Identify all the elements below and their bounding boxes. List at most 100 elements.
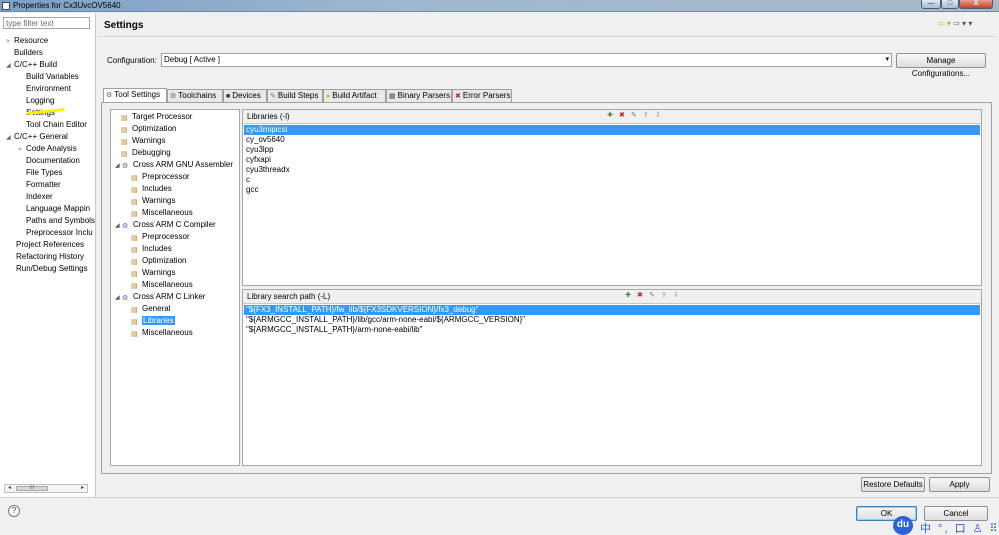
list-item[interactable]: cy_ov5640 bbox=[244, 135, 980, 145]
tree-item-asm-includes[interactable]: ▤ Includes bbox=[131, 183, 172, 195]
collapse-arrow-icon[interactable]: ◢ bbox=[6, 60, 14, 72]
delete-icon[interactable]: ✖ bbox=[637, 292, 645, 300]
configuration-select[interactable]: Debug [ Active ] ▾ bbox=[161, 53, 892, 67]
help-icon[interactable]: ? bbox=[8, 505, 20, 517]
libraries-group: Libraries (-l) ✚ ✖ ✎ ⇧ ⇩ cyu3mipicsi cy_… bbox=[242, 109, 982, 286]
close-button[interactable]: X bbox=[959, 0, 993, 9]
list-item[interactable]: c bbox=[244, 175, 980, 185]
tree-item-cc-includes[interactable]: ▤ Includes bbox=[131, 243, 172, 255]
nav-item-label: Refactoring History bbox=[16, 252, 85, 261]
move-down-icon[interactable]: ⇩ bbox=[655, 112, 663, 120]
tree-item-label: Warnings bbox=[142, 268, 176, 277]
list-item[interactable]: "${FX3_INSTALL_PATH}/fw_lib/${FX3SDKVERS… bbox=[244, 305, 980, 315]
nav-item-tool-chain-editor[interactable]: Tool Chain Editor bbox=[26, 119, 87, 131]
edit-icon[interactable]: ✎ bbox=[631, 112, 639, 120]
expand-arrow-icon[interactable]: > bbox=[18, 144, 26, 156]
list-item[interactable]: cyu3mipicsi bbox=[244, 125, 980, 135]
horizontal-scrollbar[interactable]: ◂ III ▸ bbox=[4, 484, 88, 493]
nav-item-label: Paths and Symbols bbox=[26, 216, 95, 225]
tree-item-label: Includes bbox=[142, 244, 172, 253]
add-icon[interactable]: ✚ bbox=[607, 112, 615, 120]
tab-devices[interactable]: ■ Devices bbox=[223, 89, 267, 102]
nav-item-label: Language Mappin bbox=[26, 204, 91, 213]
move-down-icon[interactable]: ⇩ bbox=[673, 292, 681, 300]
dropdown-arrow-icon[interactable]: ▾ bbox=[885, 54, 889, 66]
tab-binary-parsers[interactable]: ▦ Binary Parsers bbox=[386, 89, 452, 102]
nav-item-builders[interactable]: Builders bbox=[14, 47, 43, 59]
list-item[interactable]: "${ARMGCC_INSTALL_PATH}/arm-none-eabi/li… bbox=[244, 325, 980, 335]
restore-defaults-button[interactable]: Restore Defaults bbox=[861, 477, 925, 492]
tree-item-cc-miscellaneous[interactable]: ▤ Miscellaneous bbox=[131, 279, 193, 291]
tree-item-target-processor[interactable]: ▤ Target Processor bbox=[121, 111, 192, 123]
ime-status-icons[interactable]: 中 °, 口 ♙ ⠿ bbox=[920, 520, 999, 535]
tab-build-artifact[interactable]: ● Build Artifact bbox=[323, 89, 386, 102]
expand-arrow-icon[interactable]: > bbox=[6, 36, 14, 48]
tree-item-c-compiler[interactable]: ◢ ⚙ Cross ARM C Compiler bbox=[115, 219, 216, 231]
nav-item-code-analysis[interactable]: > Code Analysis bbox=[18, 143, 77, 155]
tree-item-label: Preprocessor bbox=[142, 232, 190, 241]
nav-item-resource[interactable]: > Resource bbox=[6, 35, 48, 47]
nav-item-formatter[interactable]: Formatter bbox=[26, 179, 61, 191]
back-arrow-icon[interactable]: ⇦ ▾ bbox=[938, 19, 951, 28]
list-item[interactable]: cyu3threadx bbox=[244, 165, 980, 175]
nav-item-run-debug-settings[interactable]: Run/Debug Settings bbox=[16, 263, 88, 275]
maximize-button[interactable]: □ bbox=[941, 0, 959, 9]
scroll-right-icon[interactable]: ▸ bbox=[78, 485, 87, 492]
tab-build-steps[interactable]: ✎ Build Steps bbox=[267, 89, 323, 102]
tree-item-ld-libraries[interactable]: ▤ Libraries bbox=[131, 315, 175, 327]
nav-item-environment[interactable]: Environment bbox=[26, 83, 71, 95]
collapse-arrow-icon[interactable]: ◢ bbox=[115, 160, 122, 172]
nav-item-build-variables[interactable]: Build Variables bbox=[26, 71, 79, 83]
scroll-thumb[interactable]: III bbox=[16, 486, 48, 491]
nav-item-preprocessor-include[interactable]: Preprocessor Inclu bbox=[26, 227, 93, 239]
edit-icon[interactable]: ✎ bbox=[649, 292, 657, 300]
tree-item-ld-general[interactable]: ▤ General bbox=[131, 303, 170, 315]
minimize-button[interactable]: — bbox=[921, 0, 941, 9]
scroll-left-icon[interactable]: ◂ bbox=[5, 485, 14, 492]
tree-item-cc-preprocessor[interactable]: ▤ Preprocessor bbox=[131, 231, 190, 243]
list-item[interactable]: cyfxapi bbox=[244, 155, 980, 165]
list-item[interactable]: gcc bbox=[244, 185, 980, 195]
collapse-arrow-icon[interactable]: ◢ bbox=[6, 132, 14, 144]
tree-item-optimization[interactable]: ▤ Optimization bbox=[121, 123, 176, 135]
tree-item-c-linker[interactable]: ◢ ⚙ Cross ARM C Linker bbox=[115, 291, 205, 303]
tab-error-parsers[interactable]: ✖ Error Parsers bbox=[452, 89, 512, 102]
nav-item-documentation[interactable]: Documentation bbox=[26, 155, 80, 167]
nav-item-project-references[interactable]: Project References bbox=[16, 239, 84, 251]
forward-arrow-icon[interactable]: ⇨ ▾ bbox=[953, 19, 966, 28]
tree-item-asm-warnings[interactable]: ▤ Warnings bbox=[131, 195, 176, 207]
nav-item-label: Tool Chain Editor bbox=[26, 120, 87, 129]
nav-item-indexer[interactable]: Indexer bbox=[26, 191, 53, 203]
view-menu-icon[interactable]: ▾ bbox=[968, 19, 972, 28]
tree-item-cc-warnings[interactable]: ▤ Warnings bbox=[131, 267, 176, 279]
nav-item-language-mappings[interactable]: Language Mappin bbox=[26, 203, 90, 215]
tree-item-ld-miscellaneous[interactable]: ▤ Miscellaneous bbox=[131, 327, 193, 339]
move-up-icon[interactable]: ⇧ bbox=[643, 112, 651, 120]
nav-item-paths-and-symbols[interactable]: Paths and Symbols bbox=[26, 215, 95, 227]
move-up-icon[interactable]: ⇧ bbox=[661, 292, 669, 300]
add-icon[interactable]: ✚ bbox=[625, 292, 633, 300]
tab-toolchains[interactable]: ⚙ Toolchains bbox=[167, 89, 223, 102]
tree-item-asm-miscellaneous[interactable]: ▤ Miscellaneous bbox=[131, 207, 193, 219]
delete-icon[interactable]: ✖ bbox=[619, 112, 627, 120]
list-item[interactable]: "${ARMGCC_INSTALL_PATH}/lib/gcc/arm-none… bbox=[244, 315, 980, 325]
collapse-arrow-icon[interactable]: ◢ bbox=[115, 220, 122, 232]
nav-item-logging[interactable]: Logging bbox=[26, 95, 54, 107]
collapse-arrow-icon[interactable]: ◢ bbox=[115, 292, 122, 304]
tree-item-debugging[interactable]: ▤ Debugging bbox=[121, 147, 171, 159]
tree-item-warnings[interactable]: ▤ Warnings bbox=[121, 135, 166, 147]
manage-configurations-button[interactable]: Manage Configurations... bbox=[896, 53, 986, 78]
nav-item-file-types[interactable]: File Types bbox=[26, 167, 62, 179]
nav-item-cpp-general[interactable]: ◢ C/C++ General bbox=[6, 131, 68, 143]
tree-item-asm-preprocessor[interactable]: ▤ Preprocessor bbox=[131, 171, 190, 183]
options-icon: ▤ bbox=[131, 271, 138, 278]
filter-input[interactable] bbox=[3, 17, 90, 29]
baidu-logo-icon[interactable]: du bbox=[893, 516, 913, 535]
nav-item-refactoring-history[interactable]: Refactoring History bbox=[16, 251, 84, 263]
list-item[interactable]: cyu3lpp bbox=[244, 145, 980, 155]
tab-tool-settings[interactable]: ⚙ Tool Settings bbox=[103, 88, 167, 102]
tree-item-cc-optimization[interactable]: ▤ Optimization bbox=[131, 255, 186, 267]
apply-button[interactable]: Apply bbox=[929, 477, 990, 492]
tree-item-assembler[interactable]: ◢ ⚙ Cross ARM GNU Assembler bbox=[115, 159, 233, 171]
nav-item-cpp-build[interactable]: ◢ C/C++ Build bbox=[6, 59, 57, 71]
